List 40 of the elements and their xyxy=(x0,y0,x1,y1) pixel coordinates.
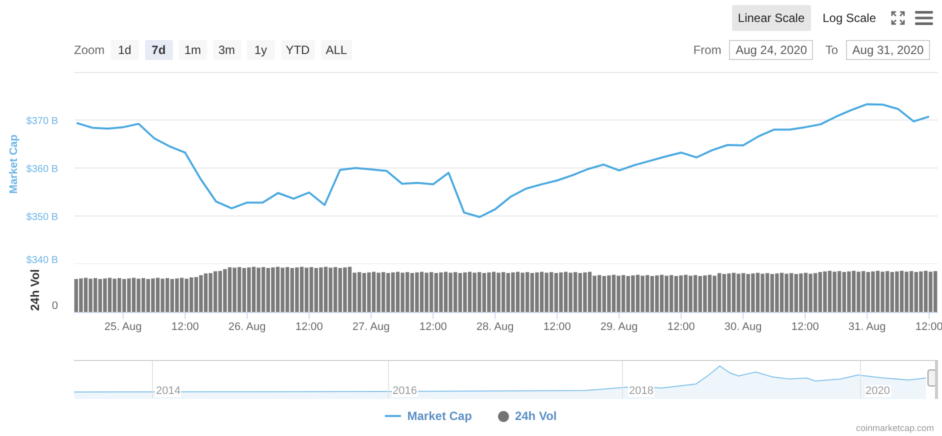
navigator-year-label: 2020 xyxy=(864,385,891,397)
x-axis-label: 31. Aug xyxy=(848,321,886,333)
zoom-button[interactable]: 1y xyxy=(246,40,275,60)
scale-button[interactable]: Linear Scale xyxy=(732,5,811,31)
navigator-year-label: 2014 xyxy=(155,385,182,397)
y-axis-label: $340 B xyxy=(26,255,58,264)
x-axis-label: 12:00 xyxy=(295,321,323,333)
x-axis-label: 12:00 xyxy=(419,321,447,333)
zoom-button[interactable]: 3m xyxy=(212,40,241,60)
volume-axis-label: 0 xyxy=(52,300,58,312)
from-label: From xyxy=(693,43,722,57)
x-axis-label: 12:00 xyxy=(171,321,199,333)
x-axis-label: 12:00 xyxy=(915,321,942,333)
zoom-button[interactable]: 7d xyxy=(144,40,173,60)
x-axis-label: 28. Aug xyxy=(476,321,514,333)
y-axis-label: $350 B xyxy=(26,212,58,223)
x-axis-label: 30. Aug xyxy=(724,321,762,333)
zoom-button[interactable]: 1m xyxy=(178,40,207,60)
scale-button[interactable]: Log Scale xyxy=(816,5,882,31)
from-date-field[interactable]: Aug 24, 2020 xyxy=(729,40,814,60)
zoom-button[interactable]: 1d xyxy=(110,40,139,60)
y-axis-title: Market Cap xyxy=(8,134,20,194)
zoom-button[interactable]: ALL xyxy=(320,40,352,60)
x-axis-label: 25. Aug xyxy=(104,321,142,333)
x-axis-label: 26. Aug xyxy=(228,321,266,333)
navigator-year-label: 2016 xyxy=(392,385,418,397)
volume-axis-title: 24h Vol xyxy=(28,269,42,311)
x-axis-label: 29. Aug xyxy=(600,321,638,333)
x-axis-label: 12:00 xyxy=(791,321,819,333)
to-label: To xyxy=(825,43,838,57)
y-axis-label: $360 B xyxy=(26,164,58,175)
zoom-label: Zoom xyxy=(74,43,105,57)
x-axis-label: 12:00 xyxy=(543,321,571,333)
x-axis-label: 12:00 xyxy=(667,321,695,333)
zoom-button[interactable]: YTD xyxy=(280,40,315,60)
navigator-year-label: 2018 xyxy=(628,385,654,397)
menu-icon[interactable] xyxy=(914,8,934,28)
to-date-field[interactable]: Aug 31, 2020 xyxy=(846,40,930,60)
y-axis-label: $370 B xyxy=(26,116,58,127)
x-axis-label: 27. Aug xyxy=(352,321,390,333)
